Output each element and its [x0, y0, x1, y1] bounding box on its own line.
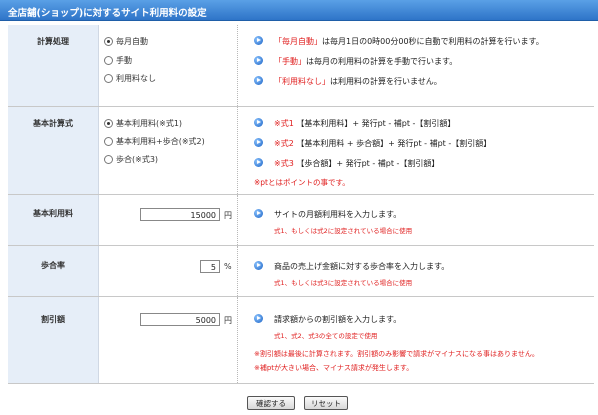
desc-text: は毎月1日の0時00分00秒に自動で利用料の計算を行います。 — [322, 37, 544, 46]
radio-selected-icon[interactable] — [104, 119, 113, 128]
formula-line-2: ※式2 【基本利用料 + 歩合額】+ 発行pt - 補pt -【割引額】 — [274, 138, 491, 149]
desc-text: は利用料の計算を行いません。 — [330, 77, 442, 86]
calc-desc-auto: 「毎月自動」は毎月1日の0時00分00秒に自動で利用料の計算を行います。 — [274, 36, 544, 47]
discount-desc: 請求額からの割引額を入力します。 — [274, 315, 402, 324]
rate-input[interactable]: 5 — [200, 260, 220, 273]
radio-selected-icon[interactable] — [104, 37, 113, 46]
arrow-bullet-icon — [254, 209, 263, 218]
formula-tag: ※式2 — [274, 139, 294, 148]
calc-option-auto[interactable]: 毎月自動 — [104, 36, 148, 47]
base-fee-label: 基本利用料 — [33, 209, 73, 218]
radio-icon[interactable] — [104, 155, 113, 164]
label-cell — [8, 195, 99, 245]
formula-option-label: 基本利用料+歩合(※式2) — [116, 137, 205, 146]
confirm-button[interactable]: 確認する — [247, 396, 295, 410]
formula-text: 【基本利用料 + 歩合額】+ 発行pt - 補pt -【割引額】 — [296, 139, 492, 148]
formula-line-3: ※式3 【歩合額】+ 発行pt - 補pt -【割引額】 — [274, 158, 439, 169]
discount-row: 割引額 5000 円 請求額からの割引額を入力します。 式1、式2、式3の全ての… — [8, 297, 594, 384]
arrow-bullet-icon — [254, 261, 263, 270]
formula-option-3[interactable]: 歩合(※式3) — [104, 154, 158, 165]
reset-button[interactable]: リセット — [304, 396, 348, 410]
formula-label: 基本計算式 — [33, 119, 73, 128]
column-divider — [237, 297, 239, 383]
arrow-bullet-icon — [254, 36, 263, 45]
arrow-bullet-icon — [254, 56, 263, 65]
rate-unit: % — [224, 262, 232, 271]
calc-option-label: 利用料なし — [116, 74, 156, 83]
desc-text: は毎月の利用料の計算を手動で行います。 — [306, 57, 458, 66]
formula-text: 【基本利用料】+ 発行pt - 補pt -【割引額】 — [296, 119, 456, 128]
column-divider — [237, 195, 239, 245]
formula-text: 【歩合額】+ 発行pt - 補pt -【割引額】 — [296, 159, 440, 168]
radio-icon[interactable] — [104, 137, 113, 146]
calc-option-manual[interactable]: 手動 — [104, 55, 132, 66]
keyword: 「毎月自動」 — [274, 37, 322, 46]
radio-icon[interactable] — [104, 74, 113, 83]
calc-option-none[interactable]: 利用料なし — [104, 73, 156, 84]
column-divider — [237, 246, 239, 296]
calc-option-label: 手動 — [116, 56, 132, 65]
arrow-bullet-icon — [254, 314, 263, 323]
pt-note: ※ptとはポイントの事です。 — [254, 178, 350, 187]
calc-desc-manual: 「手動」は毎月の利用料の計算を手動で行います。 — [274, 56, 457, 67]
column-divider — [237, 25, 239, 106]
base-fee-input[interactable]: 15000 — [140, 208, 220, 221]
page-header: 全店舗(ショップ)に対するサイト利用料の設定 — [0, 0, 598, 21]
formula-tag: ※式1 — [274, 119, 294, 128]
rate-desc: 商品の売上げ金額に対する歩合率を入力します。 — [274, 262, 450, 271]
discount-input[interactable]: 5000 — [140, 313, 220, 326]
base-fee-unit: 円 — [224, 211, 232, 220]
arrow-bullet-icon — [254, 158, 263, 167]
rate-sub: 式1、もしくは式3に設定されている場合に使用 — [274, 279, 413, 287]
arrow-bullet-icon — [254, 118, 263, 127]
calc-option-label: 毎月自動 — [116, 37, 148, 46]
formula-line-1: ※式1 【基本利用料】+ 発行pt - 補pt -【割引額】 — [274, 118, 455, 129]
formula-row: 基本計算式 基本利用料(※式1) 基本利用料+歩合(※式2) 歩合(※式3) ※… — [8, 107, 594, 195]
discount-note-2: ※補ptが大きい場合、マイナス請求が発生します。 — [254, 364, 414, 372]
formula-tag: ※式3 — [274, 159, 294, 168]
formula-option-label: 歩合(※式3) — [116, 155, 159, 164]
page-title: 全店舗(ショップ)に対するサイト利用料の設定 — [8, 8, 207, 19]
discount-unit: 円 — [224, 316, 232, 325]
base-fee-sub: 式1、もしくは式2に設定されている場合に使用 — [274, 227, 413, 235]
radio-icon[interactable] — [104, 56, 113, 65]
arrow-bullet-icon — [254, 138, 263, 147]
keyword: 「利用料なし」 — [274, 77, 330, 86]
base-fee-row: 基本利用料 15000 円 サイトの月額利用料を入力します。 式1、もしくは式2… — [8, 195, 594, 246]
calc-row: 計算処理 毎月自動 手動 利用料なし 「毎月自動」は毎月1日の0時00分00秒に… — [8, 25, 594, 107]
calc-label: 計算処理 — [37, 37, 69, 46]
formula-option-1[interactable]: 基本利用料(※式1) — [104, 118, 182, 129]
label-cell — [8, 297, 99, 383]
formula-option-2[interactable]: 基本利用料+歩合(※式2) — [104, 136, 205, 147]
rate-label: 歩合率 — [41, 261, 65, 270]
arrow-bullet-icon — [254, 76, 263, 85]
column-divider — [237, 107, 239, 194]
base-fee-desc: サイトの月額利用料を入力します。 — [274, 210, 402, 219]
rate-row: 歩合率 5 % 商品の売上げ金額に対する歩合率を入力します。 式1、もしくは式3… — [8, 246, 594, 297]
formula-option-label: 基本利用料(※式1) — [116, 119, 183, 128]
calc-desc-none: 「利用料なし」は利用料の計算を行いません。 — [274, 76, 442, 87]
keyword: 「手動」 — [274, 57, 306, 66]
label-cell — [8, 246, 99, 296]
discount-note-1: ※割引額は最後に計算されます。割引額のみ影響で請求がマイナスになる事はありません… — [254, 350, 539, 358]
discount-label: 割引額 — [41, 315, 65, 324]
discount-sub: 式1、式2、式3の全ての設定で使用 — [274, 332, 378, 340]
